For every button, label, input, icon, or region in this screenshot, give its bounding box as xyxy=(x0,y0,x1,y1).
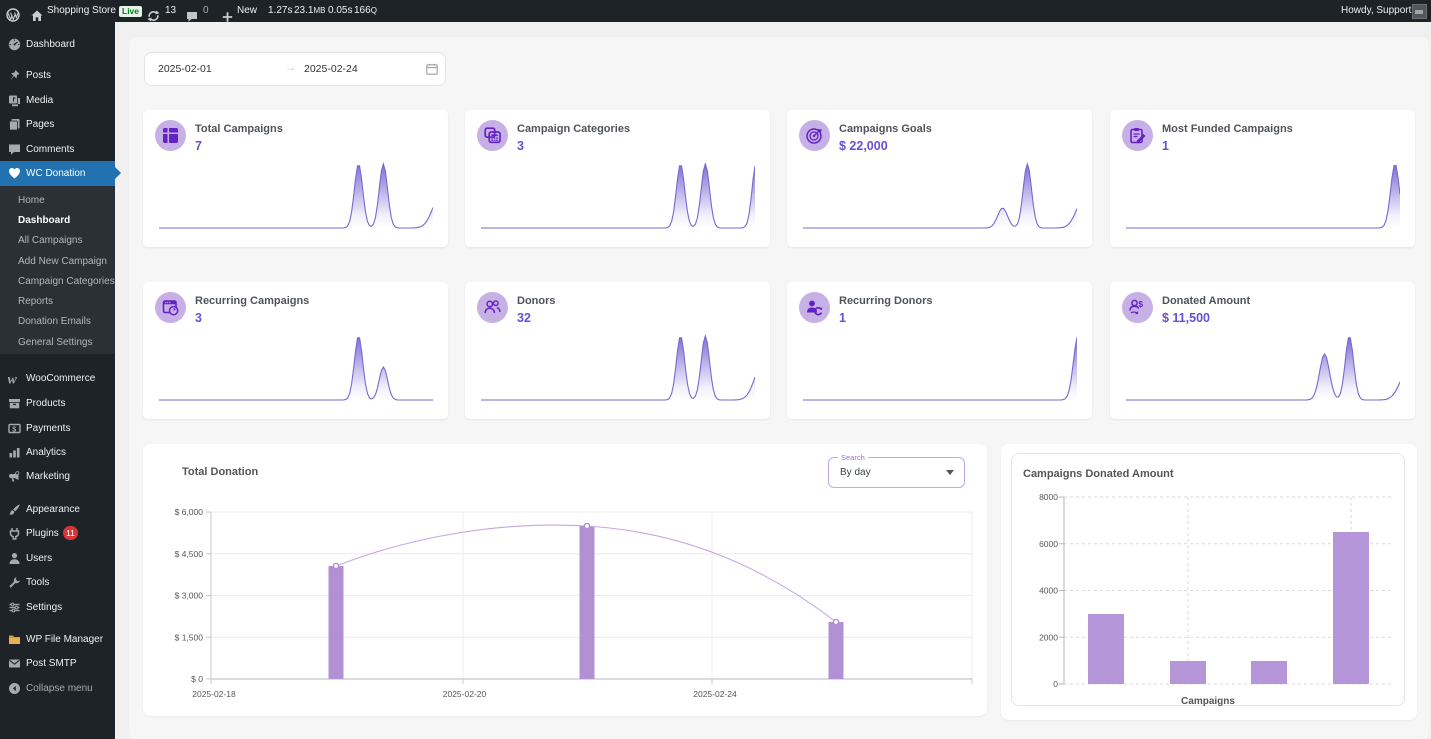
svg-text:2025-02-18: 2025-02-18 xyxy=(192,689,236,699)
svg-text:4000: 4000 xyxy=(1039,586,1058,596)
svg-text:6000: 6000 xyxy=(1039,539,1058,549)
svg-text:8000: 8000 xyxy=(1039,492,1058,502)
svg-text:$: $ xyxy=(12,426,16,433)
svg-text:$ 6,000: $ 6,000 xyxy=(175,507,204,517)
svg-text:2025-02-20: 2025-02-20 xyxy=(443,689,487,699)
svg-text:2025-02-24: 2025-02-24 xyxy=(693,689,737,699)
svg-text:0: 0 xyxy=(1053,679,1058,689)
svg-text:Campaigns: Campaigns xyxy=(1181,696,1235,707)
svg-text:$: $ xyxy=(1139,300,1144,309)
svg-text:$ 1,500: $ 1,500 xyxy=(175,632,204,642)
svg-text:w: w xyxy=(8,373,18,386)
svg-text:2000: 2000 xyxy=(1039,632,1058,642)
svg-text:$ 4,500: $ 4,500 xyxy=(175,549,204,559)
svg-text:$ 3,000: $ 3,000 xyxy=(175,591,204,601)
svg-text:$ 0: $ 0 xyxy=(191,674,203,684)
